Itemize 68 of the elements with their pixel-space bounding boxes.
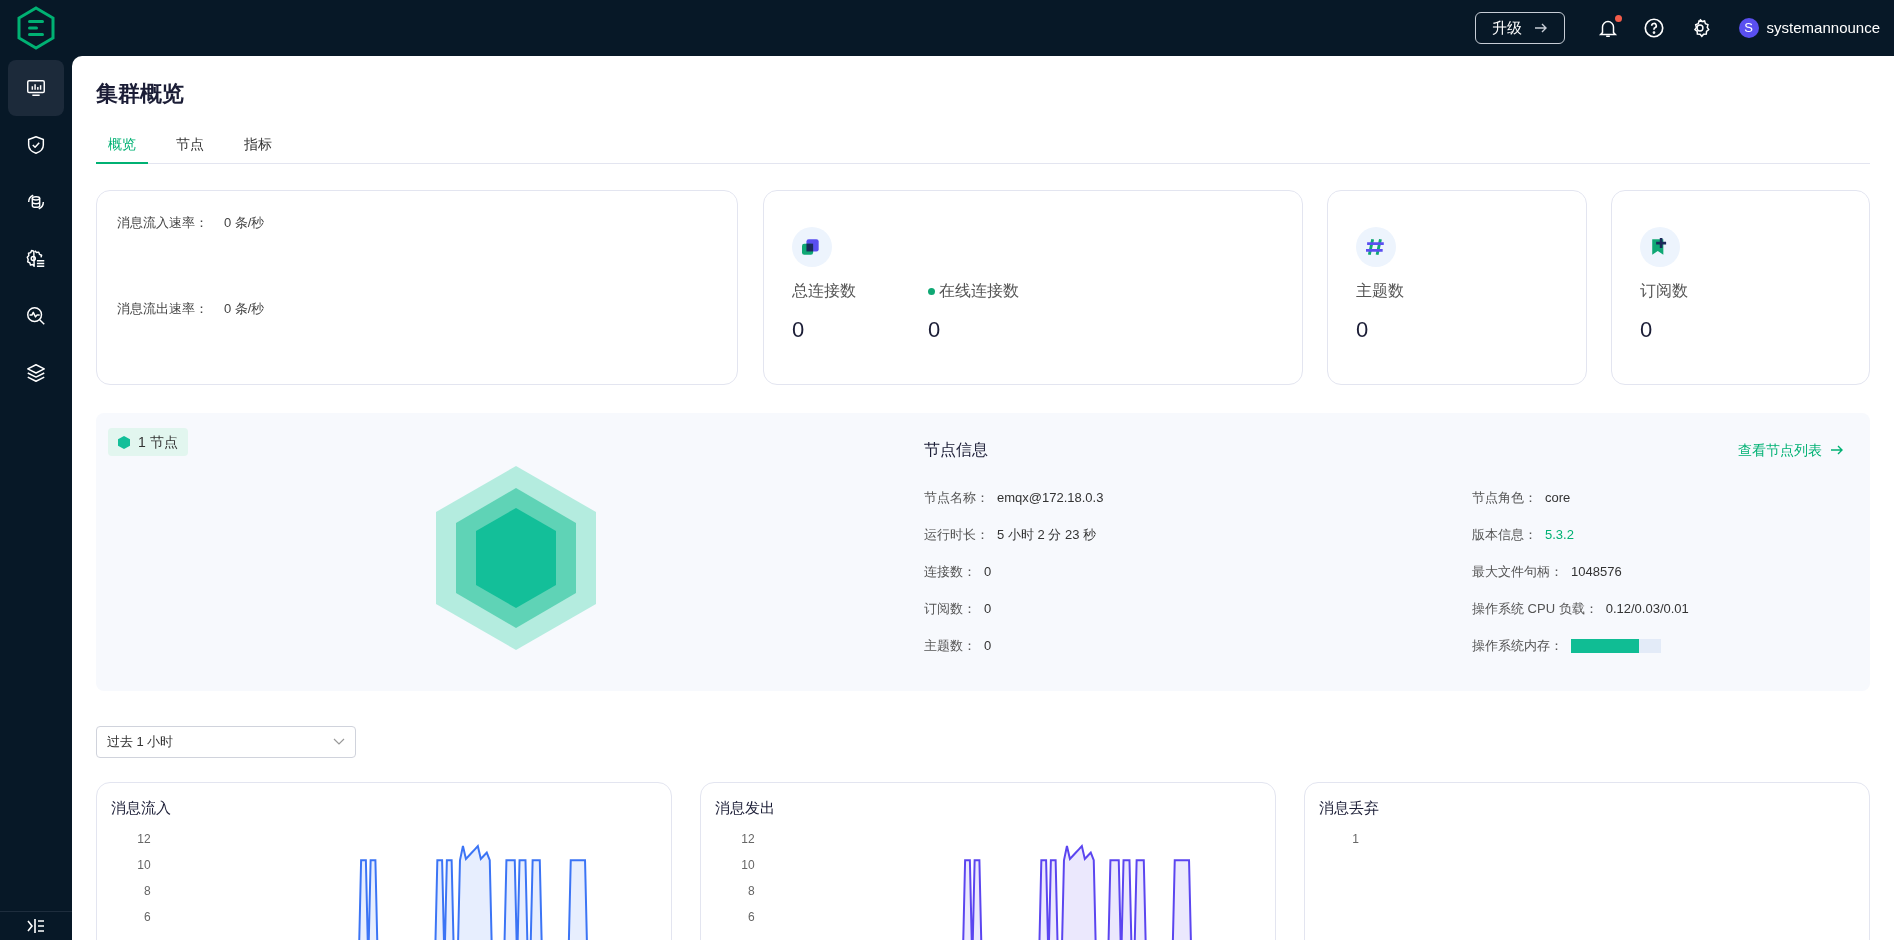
stat-label: 订阅数: [1640, 281, 1688, 301]
help-icon[interactable]: [1642, 17, 1665, 39]
version-value: 5.3.2: [1545, 525, 1574, 544]
field-label: 节点名称：: [924, 488, 989, 507]
axis-tick: 6: [144, 908, 151, 926]
axis-tick: 12: [741, 830, 755, 848]
chart-title: 消息发出: [715, 798, 776, 818]
field-value: 1048576: [1571, 562, 1622, 581]
field-value: 0: [984, 599, 992, 618]
shield-check-icon: [25, 134, 47, 156]
hexagon-icon: [118, 435, 130, 449]
stat-label: 主题数: [1356, 281, 1404, 301]
field-label: 操作系统内存：: [1472, 636, 1563, 655]
axis-tick: 10: [741, 856, 755, 874]
field-label: 最大文件句柄：: [1472, 562, 1563, 581]
field-value: core: [1545, 488, 1571, 507]
stat-value: 0: [792, 316, 806, 344]
page-title: 集群概览: [96, 80, 185, 108]
field-label: 主题数：: [924, 636, 976, 655]
field-label: 操作系统 CPU 负载：: [1472, 599, 1598, 618]
arrow-right-icon: [1830, 444, 1844, 456]
sidebar-item[interactable]: [8, 60, 64, 116]
field-value: emqx@172.18.0.3: [997, 488, 1104, 507]
rate-value: 0 条/秒: [224, 214, 265, 232]
field-label: 节点角色：: [1472, 488, 1537, 507]
node-info-title: 节点信息: [924, 440, 988, 460]
expand-sidebar-icon[interactable]: [27, 918, 45, 934]
arrow-right-icon: [1533, 22, 1548, 34]
chart-title: 消息流入: [111, 798, 172, 818]
gear-list-icon: [25, 248, 47, 270]
rate-value: 0 条/秒: [224, 299, 265, 318]
axis-tick: 8: [144, 882, 151, 900]
axis-tick: 6: [748, 908, 755, 926]
axis-tick: 8: [748, 882, 755, 900]
time-range-select[interactable]: 过去 1 小时: [96, 726, 356, 758]
axis-tick: 12: [137, 830, 151, 848]
search-pulse-icon: [25, 305, 47, 327]
stat-value: 0: [1640, 316, 1654, 344]
bookmark-plus-icon: [1640, 227, 1680, 267]
rate-label: 消息流出速率：: [117, 299, 208, 318]
tab[interactable]: 节点: [164, 126, 216, 164]
field-value: 0: [984, 562, 992, 581]
hash-icon: [1356, 227, 1396, 267]
badge-label: 1 节点: [138, 432, 178, 452]
chevron-down-icon: [333, 738, 345, 746]
rate-label: 消息流入速率：: [117, 214, 208, 232]
stat-value: 0: [1356, 316, 1370, 344]
field-label: 版本信息：: [1472, 525, 1537, 544]
layers-icon: [25, 362, 47, 384]
monitor-chart-icon: [25, 77, 47, 99]
user-name[interactable]: systemannounce: [1766, 16, 1880, 40]
stacked-squares-icon: [792, 227, 832, 267]
user-avatar[interactable]: S: [1738, 18, 1759, 38]
field-value: 0.12/0.03/0.01: [1605, 599, 1689, 618]
field-label: 运行时长：: [924, 525, 989, 544]
upgrade-button[interactable]: 升级: [1474, 12, 1565, 44]
field-label: 订阅数：: [924, 599, 976, 618]
axis-tick: 10: [137, 856, 151, 874]
tab[interactable]: 指标: [232, 126, 284, 164]
field-value: 0: [984, 636, 992, 655]
stat-label: 总连接数: [792, 281, 856, 301]
stat-label: 在线连接数: [939, 281, 1019, 301]
axis-tick: 1: [1352, 830, 1359, 848]
stat-value: 0: [928, 316, 942, 344]
chart-title: 消息丢弃: [1319, 798, 1380, 818]
field-label: 连接数：: [924, 562, 976, 581]
field-value: 5 小时 2 分 23 秒: [997, 525, 1096, 544]
logo-icon[interactable]: [16, 6, 56, 50]
